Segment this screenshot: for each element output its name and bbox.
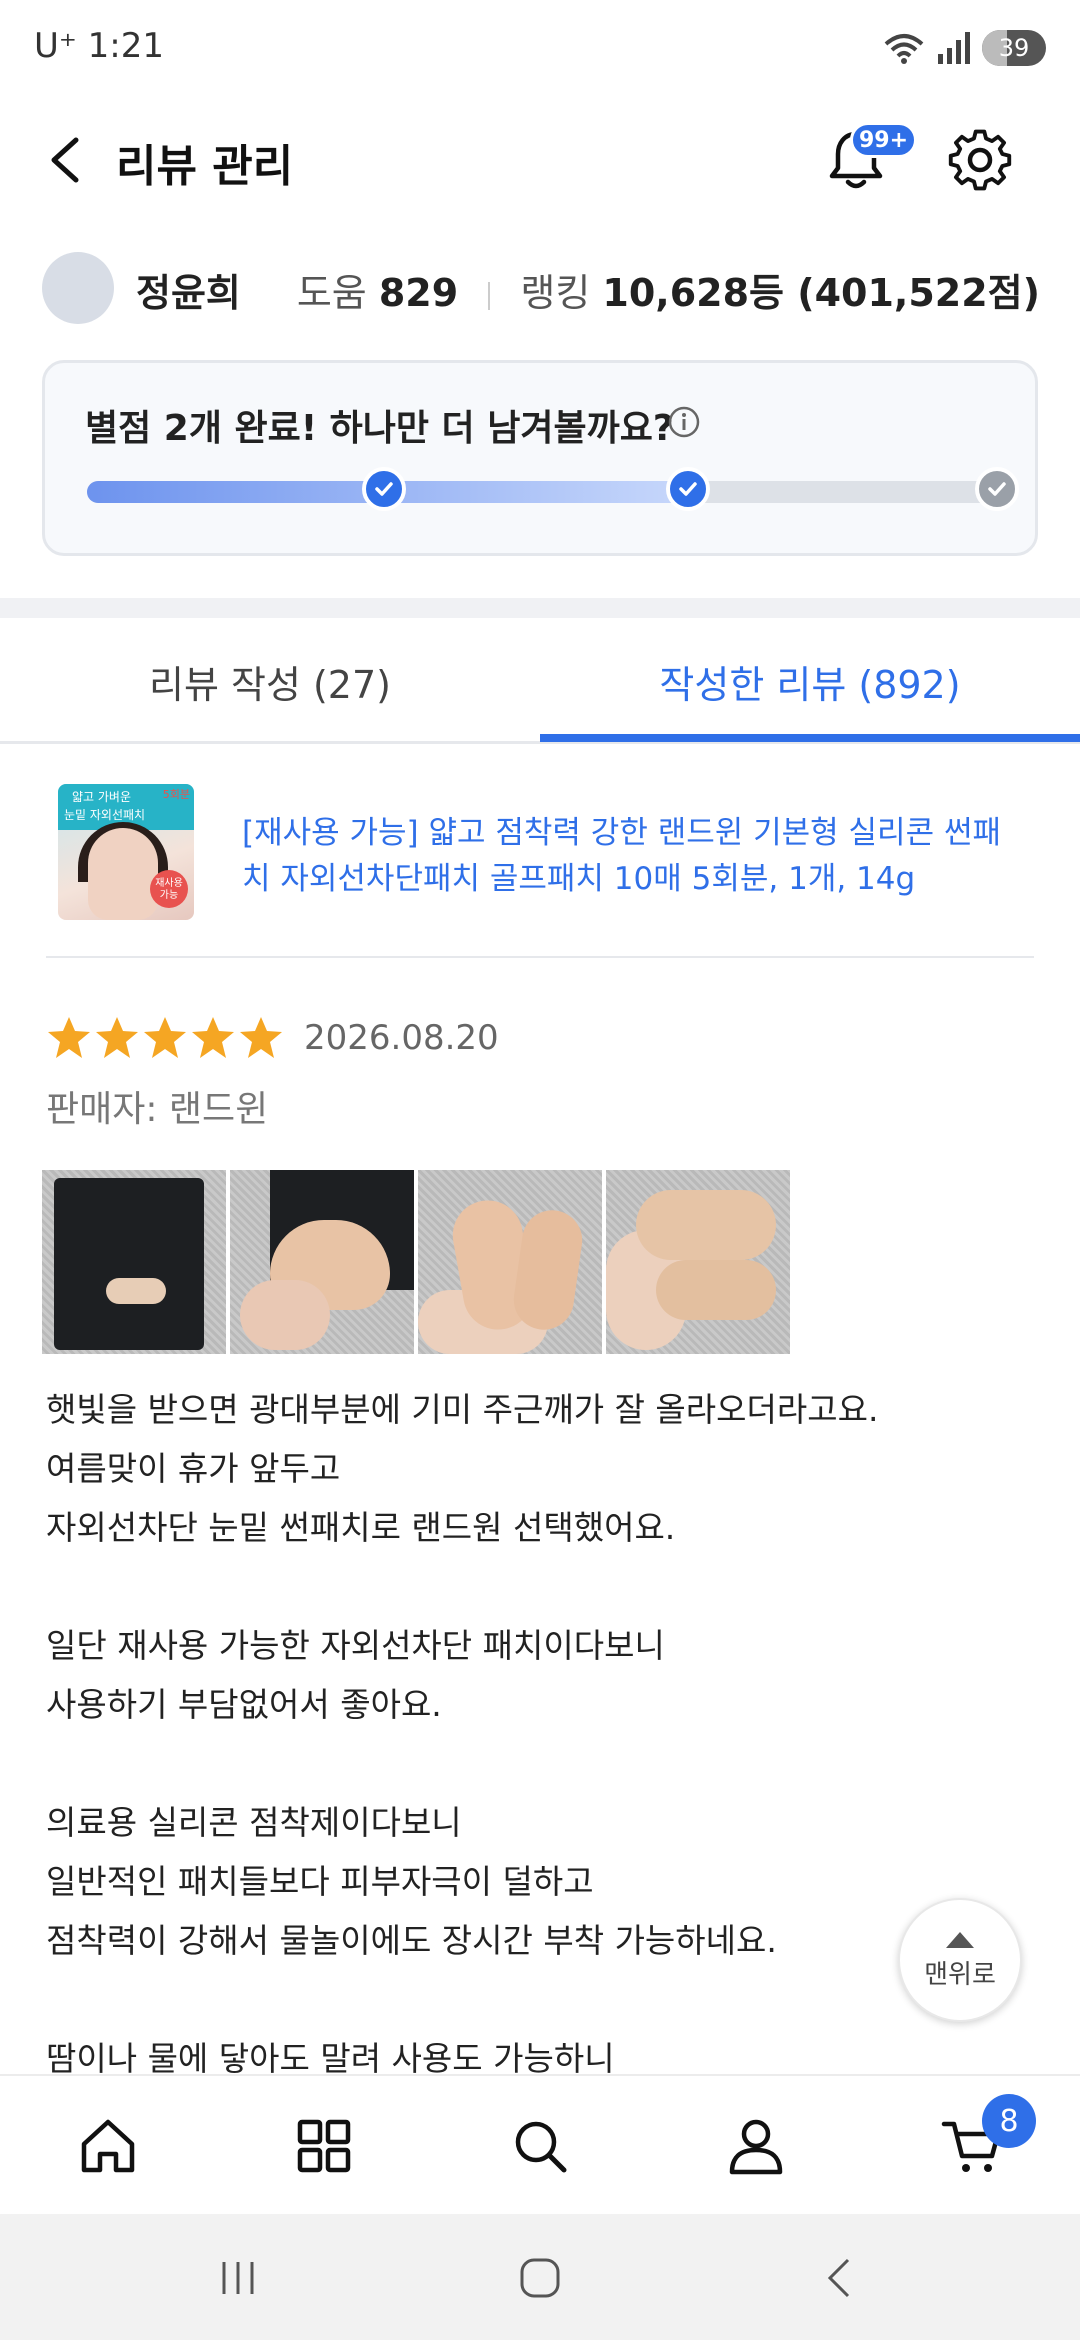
star-icon	[144, 1017, 186, 1058]
home-icon[interactable]	[76, 2114, 140, 2178]
review-tabs: 리뷰 작성 (27) 작성한 리뷰 (892)	[0, 618, 1080, 744]
check-icon	[375, 482, 394, 496]
review-line: 여름맞이 휴가 앞두고	[46, 1449, 341, 1488]
page-title: 리뷰 관리	[116, 141, 294, 192]
review-line: 일단 재사용 가능한 자외선차단 패치이다보니	[46, 1626, 665, 1665]
search-icon[interactable]	[508, 2114, 572, 2178]
info-icon[interactable]	[667, 405, 701, 439]
star-icon	[192, 1017, 234, 1058]
review-line	[46, 1734, 1006, 1793]
thumb-text-2: 눈밑 자외선패치	[64, 808, 146, 822]
progress-title: 별점 2개 완료! 하나만 더 남겨볼까요?	[85, 408, 674, 449]
stats-divider	[488, 281, 491, 310]
app-header: 리뷰 관리 99+	[0, 110, 1080, 210]
progress-step-3	[975, 467, 1019, 511]
review-line: 의료용 실리콘 점착제이다보니	[46, 1803, 462, 1842]
check-icon	[678, 482, 697, 496]
wifi-icon	[884, 34, 924, 64]
progress-step-2	[665, 467, 710, 511]
review-line	[46, 1970, 1006, 2029]
review-product[interactable]: 얇고 가벼운 눈밑 자외선패치 5회분 재사용 가능 [재사용 가능] 얇고 점…	[0, 780, 1080, 960]
review-body: 햇빛을 받으면 광대부분에 기미 주근깨가 잘 올라오더라고요. 여름맞이 휴가…	[46, 1380, 1006, 2088]
star-icon	[240, 1017, 282, 1058]
rating-row: 2026.08.20	[46, 1010, 499, 1066]
progress-track	[87, 481, 997, 503]
review-photo-2[interactable]	[230, 1170, 414, 1354]
active-tab-indicator	[540, 734, 1080, 742]
scroll-top-label: 맨위로	[924, 1959, 996, 1990]
review-progress-card: 별점 2개 완료! 하나만 더 남겨볼까요?	[42, 360, 1038, 556]
notification-badge: 99+	[850, 122, 918, 158]
review-photo-1[interactable]	[42, 1170, 226, 1354]
product-divider	[46, 956, 1034, 958]
cart-badge: 8	[982, 2094, 1036, 2148]
star-rating	[46, 1015, 286, 1061]
rank-label: 랭킹	[520, 271, 591, 315]
thumb-text-1: 얇고 가벼운	[72, 790, 132, 804]
profile-stats: 도움 829 랭킹 10,628등 (401,522점)	[297, 262, 1040, 317]
review-line: 일반적인 패치들보다 피부자극이 덜하고	[46, 1862, 594, 1901]
review-photo-3[interactable]	[418, 1170, 602, 1354]
review-line: 자외선차단 눈밑 썬패치로 랜드원 선택했어요.	[46, 1508, 676, 1547]
bottom-nav	[0, 2074, 1080, 2214]
tab-write-review[interactable]: 리뷰 작성 (27)	[0, 618, 540, 744]
back-arrow-icon[interactable]	[40, 132, 96, 188]
avatar[interactable]	[42, 252, 114, 324]
status-bar: U⁺ 1:21 39	[0, 0, 1080, 100]
grid-icon[interactable]	[292, 2114, 356, 2178]
review-line	[46, 1557, 1006, 1616]
review-line: 햇빛을 받으면 광대부분에 기미 주근깨가 잘 올라오더라고요.	[46, 1390, 879, 1429]
review-photos	[42, 1170, 790, 1354]
battery-percent: 39	[998, 34, 1030, 62]
check-icon	[988, 482, 1006, 496]
status-carrier-time: U⁺ 1:21	[34, 26, 164, 66]
person-icon[interactable]	[724, 2114, 788, 2178]
system-back-icon[interactable]	[818, 2254, 866, 2302]
progress-step-1	[362, 467, 407, 511]
seller-label: 판매자: 랜드윈	[46, 1089, 269, 1130]
star-icon	[96, 1017, 138, 1058]
battery-indicator: 39	[982, 30, 1046, 66]
system-nav-bar	[0, 2214, 1080, 2340]
review-line: 사용하기 부담없어서 좋아요.	[46, 1685, 442, 1724]
profile-name: 정윤희	[136, 271, 241, 315]
help-label: 도움	[296, 271, 367, 315]
triangle-up-icon	[946, 1931, 974, 1948]
rank-value: 10,628등 (401,522점)	[602, 271, 1040, 315]
tab-written-reviews[interactable]: 작성한 리뷰 (892)	[540, 618, 1080, 744]
product-title-link[interactable]: [재사용 가능] 얇고 점착력 강한 랜드윈 기본형 실리콘 썬패치 자외선차단…	[242, 810, 1022, 902]
gear-icon[interactable]	[944, 124, 1016, 196]
thumb-text-3: 5회분	[162, 788, 190, 801]
scroll-top-button[interactable]: 맨위로	[898, 1898, 1022, 2022]
section-divider	[0, 598, 1080, 618]
help-value: 829	[378, 271, 459, 315]
thumb-text-4: 재사용 가능	[155, 878, 183, 901]
review-line: 점착력이 강해서 물놀이에도 장시간 부착 가능하네요.	[46, 1921, 777, 1960]
recent-apps-icon[interactable]	[214, 2254, 262, 2302]
home-button-icon[interactable]	[516, 2254, 564, 2302]
signal-icon	[938, 32, 970, 64]
review-photo-4[interactable]	[606, 1170, 790, 1354]
star-icon	[48, 1017, 90, 1058]
profile-row: 정윤희 도움 829 랭킹 10,628등 (401,522점)	[0, 250, 1080, 330]
review-date: 2026.08.20	[304, 1018, 499, 1058]
product-thumbnail[interactable]: 얇고 가벼운 눈밑 자외선패치 5회분 재사용 가능	[58, 784, 194, 920]
